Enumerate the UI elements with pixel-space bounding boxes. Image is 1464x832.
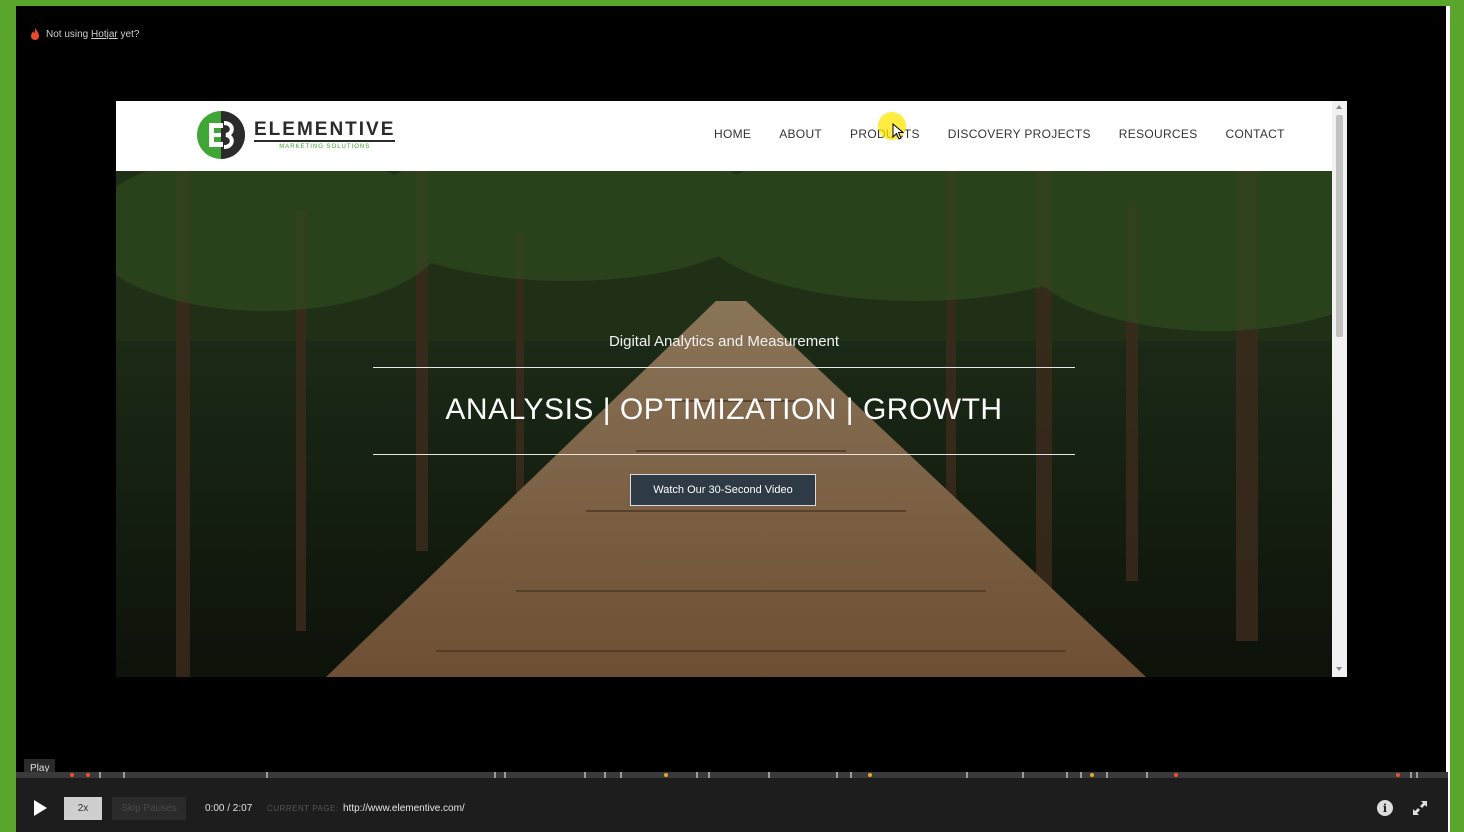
banner-suffix: yet? (117, 28, 140, 40)
fullscreen-icon[interactable] (1412, 800, 1428, 816)
hero-subtitle: Digital Analytics and Measurement (608, 333, 840, 350)
nav-about[interactable]: ABOUT (779, 127, 822, 141)
speed-button[interactable]: 2x (64, 797, 102, 820)
timeline-event-dot[interactable] (86, 773, 90, 777)
site-header: ELEMENTIVE MARKETING SOLUTIONS HOME ABOU… (116, 101, 1332, 171)
hero-section: Digital Analytics and Measurement ANALYS… (116, 171, 1332, 677)
hero-title: ANALYSIS | OPTIMIZATION | GROWTH (445, 393, 1003, 426)
scroll-down-icon[interactable] (1336, 667, 1342, 671)
play-icon[interactable] (34, 800, 47, 816)
nav-discovery-projects[interactable]: DISCOVERY PROJECTS (948, 127, 1091, 141)
site-logo[interactable]: ELEMENTIVE MARKETING SOLUTIONS (196, 109, 396, 161)
current-page-label: CURRENT PAGE: (267, 804, 339, 813)
site-scrollbar[interactable] (1332, 101, 1347, 677)
logo-tagline: MARKETING SOLUTIONS (279, 144, 371, 150)
info-icon[interactable]: i (1377, 800, 1393, 816)
timeline-event-dot[interactable] (664, 773, 668, 777)
hero-divider-bottom (373, 454, 1075, 455)
skip-pauses-button[interactable]: Skip Pauses (112, 797, 186, 820)
banner-text: Not using Hotjar yet? (46, 29, 139, 40)
hero-divider-top (373, 367, 1075, 368)
banner-prefix: Not using (46, 28, 92, 40)
timeline-event-dot[interactable] (1396, 773, 1400, 777)
playback-time: 0:00 / 2:07 (205, 803, 253, 814)
timeline-event-dot[interactable] (70, 773, 74, 777)
mouse-cursor-icon (892, 123, 905, 140)
site-nav: HOME ABOUT PRODUCTS DISCOVERY PROJECTS R… (714, 127, 1313, 141)
nav-contact[interactable]: CONTACT (1226, 127, 1285, 141)
recorded-website: ELEMENTIVE MARKETING SOLUTIONS HOME ABOU… (116, 101, 1347, 677)
logo-text: ELEMENTIVE MARKETING SOLUTIONS (254, 119, 396, 150)
current-page-url[interactable]: http://www.elementive.com/ (343, 803, 465, 814)
hotjar-link[interactable]: Hotjar (91, 29, 118, 40)
frame-edge (1446, 6, 1450, 832)
scroll-up-icon[interactable] (1336, 105, 1342, 109)
scroll-thumb[interactable] (1336, 115, 1343, 337)
nav-resources[interactable]: RESOURCES (1119, 127, 1198, 141)
watch-video-button[interactable]: Watch Our 30-Second Video (630, 474, 816, 506)
hotjar-banner: Not using Hotjar yet? (30, 28, 139, 40)
nav-home[interactable]: HOME (714, 127, 751, 141)
timeline-event-dot[interactable] (1174, 773, 1178, 777)
logo-wordmark: ELEMENTIVE (254, 119, 396, 142)
timeline-event-dot[interactable] (868, 773, 872, 777)
player-controls: 2x Skip Pauses 0:00 / 2:07 CURRENT PAGE:… (16, 778, 1448, 832)
timeline-event-dot[interactable] (1090, 773, 1094, 777)
elementive-logo-icon (197, 111, 245, 159)
hotjar-flame-icon (31, 28, 39, 40)
